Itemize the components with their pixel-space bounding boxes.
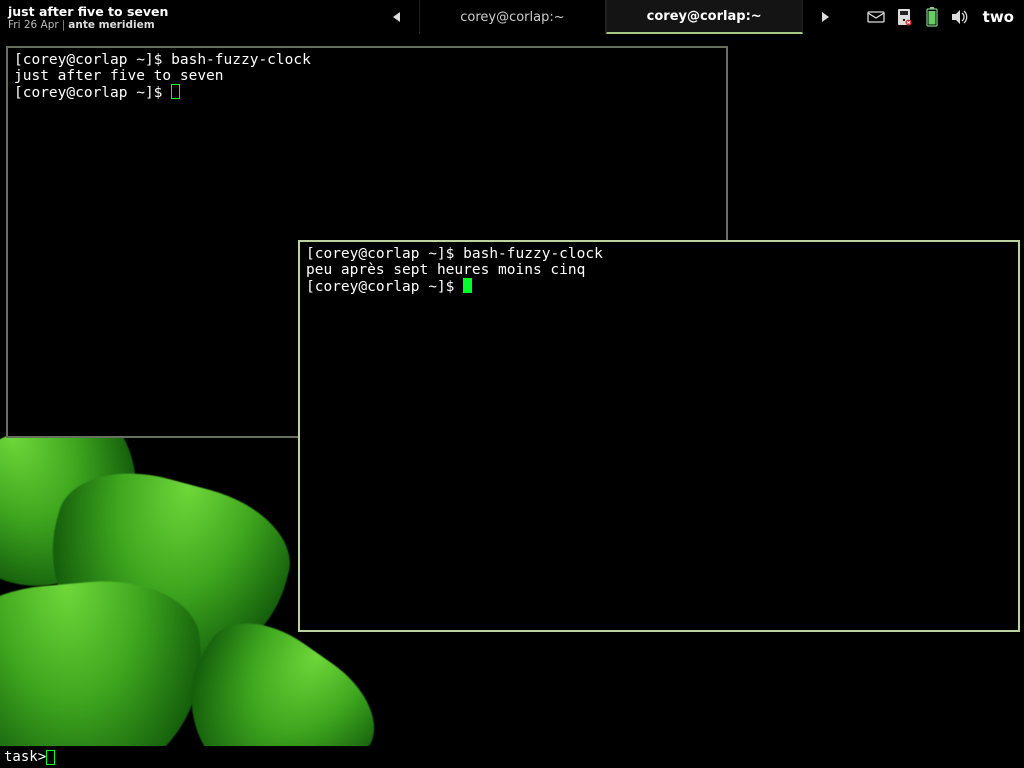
cursor-hollow-icon <box>46 750 55 765</box>
triangle-left-icon <box>391 11 403 23</box>
task-title: corey@corlap:~ <box>647 9 762 24</box>
triangle-right-icon <box>819 11 831 23</box>
clock-line-date: Fri 26 Apr|ante meridiem <box>8 19 168 31</box>
cursor-hollow-icon <box>171 84 180 99</box>
clock-date: Fri 26 Apr <box>8 19 59 31</box>
task-title: corey@corlap:~ <box>460 10 564 25</box>
task-item-active[interactable]: corey@corlap:~ <box>606 0 803 34</box>
top-panel: just after five to seven Fri 26 Apr|ante… <box>0 0 1024 34</box>
fuzzy-clock-widget[interactable]: just after five to seven Fri 26 Apr|ante… <box>0 0 176 34</box>
clock-line-time: just after five to seven <box>8 5 168 19</box>
terminal-window-active[interactable]: [corey@corlap ~]$ bash-fuzzy-clock peu a… <box>298 240 1020 632</box>
prompt: [corey@corlap ~]$ <box>306 279 463 295</box>
clock-ampm: ante meridiem <box>68 19 154 31</box>
volume-icon[interactable] <box>951 8 969 26</box>
terminal-output[interactable]: [corey@corlap ~]$ bash-fuzzy-clock just … <box>8 48 726 106</box>
cursor-filled-icon <box>463 278 472 293</box>
task-item[interactable]: corey@corlap:~ <box>419 0 605 34</box>
prompt: [corey@corlap ~]$ <box>306 246 463 262</box>
output-line: just after five to seven <box>14 68 224 84</box>
prompt: [corey@corlap ~]$ <box>14 85 171 101</box>
battery-icon[interactable] <box>923 8 941 26</box>
bottom-prompt-bar[interactable]: task> <box>0 746 1024 768</box>
workspace-label[interactable]: two <box>983 8 1014 26</box>
command-text: bash-fuzzy-clock <box>171 52 311 68</box>
disk-icon[interactable] <box>895 8 913 26</box>
prompt: [corey@corlap ~]$ <box>14 52 171 68</box>
output-line: peu après sept heures moins cinq <box>306 262 585 278</box>
system-tray: two <box>847 0 1024 34</box>
bottom-prompt-label: task> <box>4 749 46 765</box>
task-prev-button[interactable] <box>375 0 419 34</box>
task-next-button[interactable] <box>803 0 847 34</box>
terminal-output[interactable]: [corey@corlap ~]$ bash-fuzzy-clock peu a… <box>300 242 1018 300</box>
command-text: bash-fuzzy-clock <box>463 246 603 262</box>
mail-icon[interactable] <box>867 8 885 26</box>
tasklist: corey@corlap:~ corey@corlap:~ <box>419 0 802 34</box>
